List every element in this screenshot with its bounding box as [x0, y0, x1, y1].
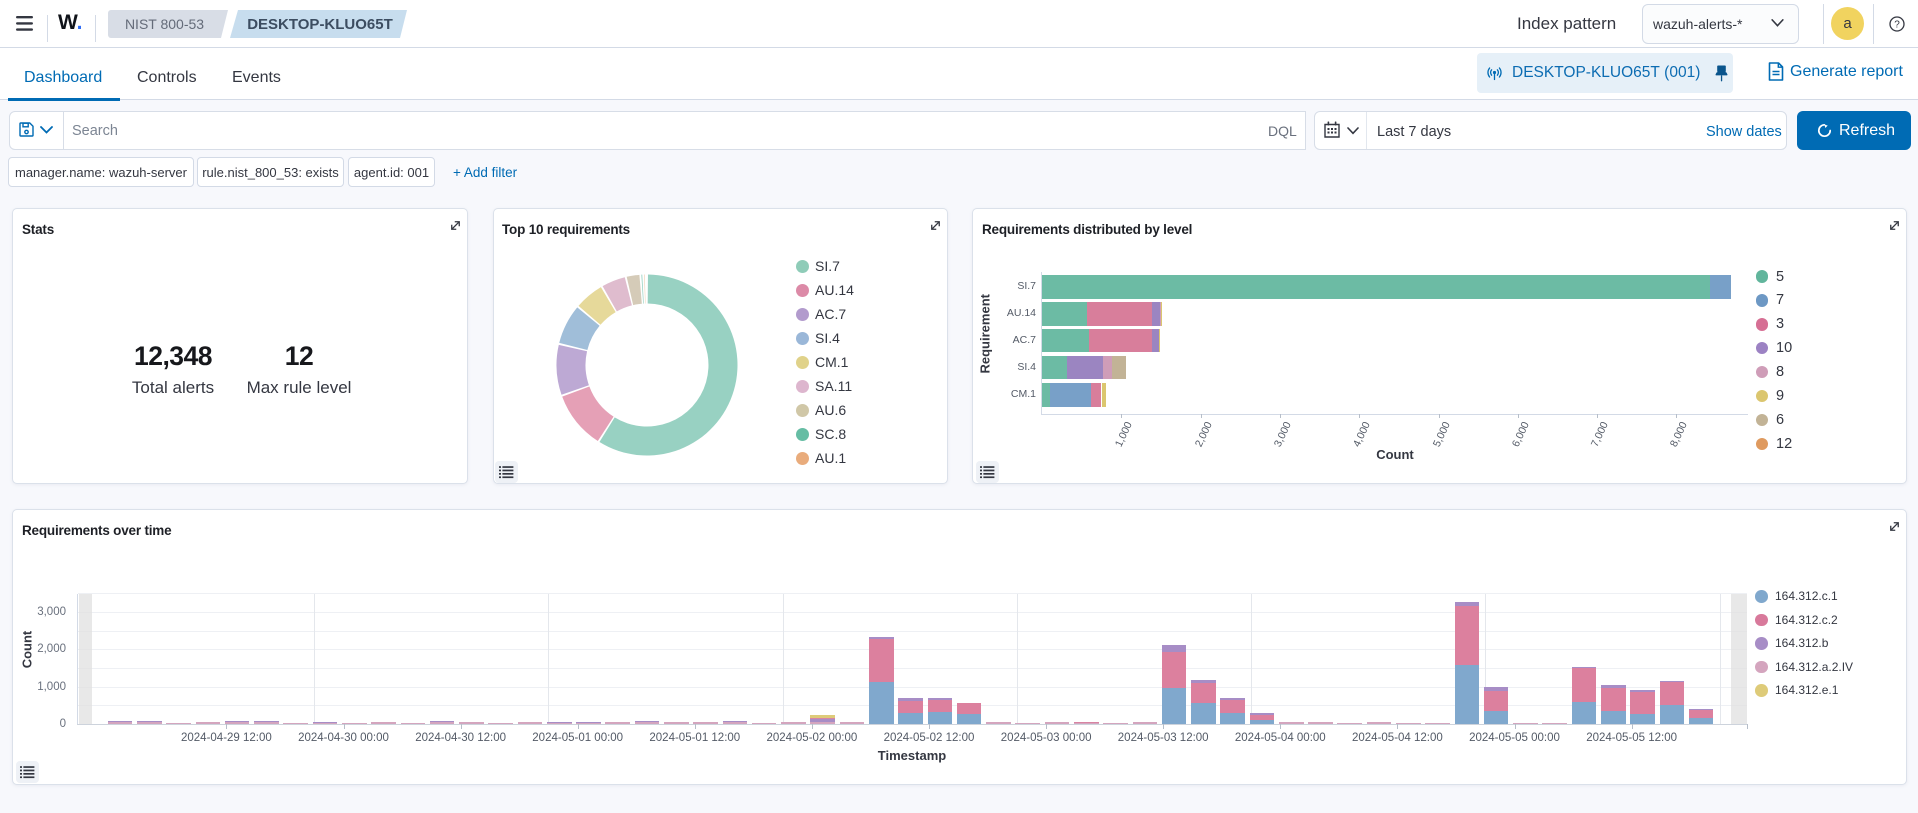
- svg-text:?: ?: [1894, 20, 1900, 31]
